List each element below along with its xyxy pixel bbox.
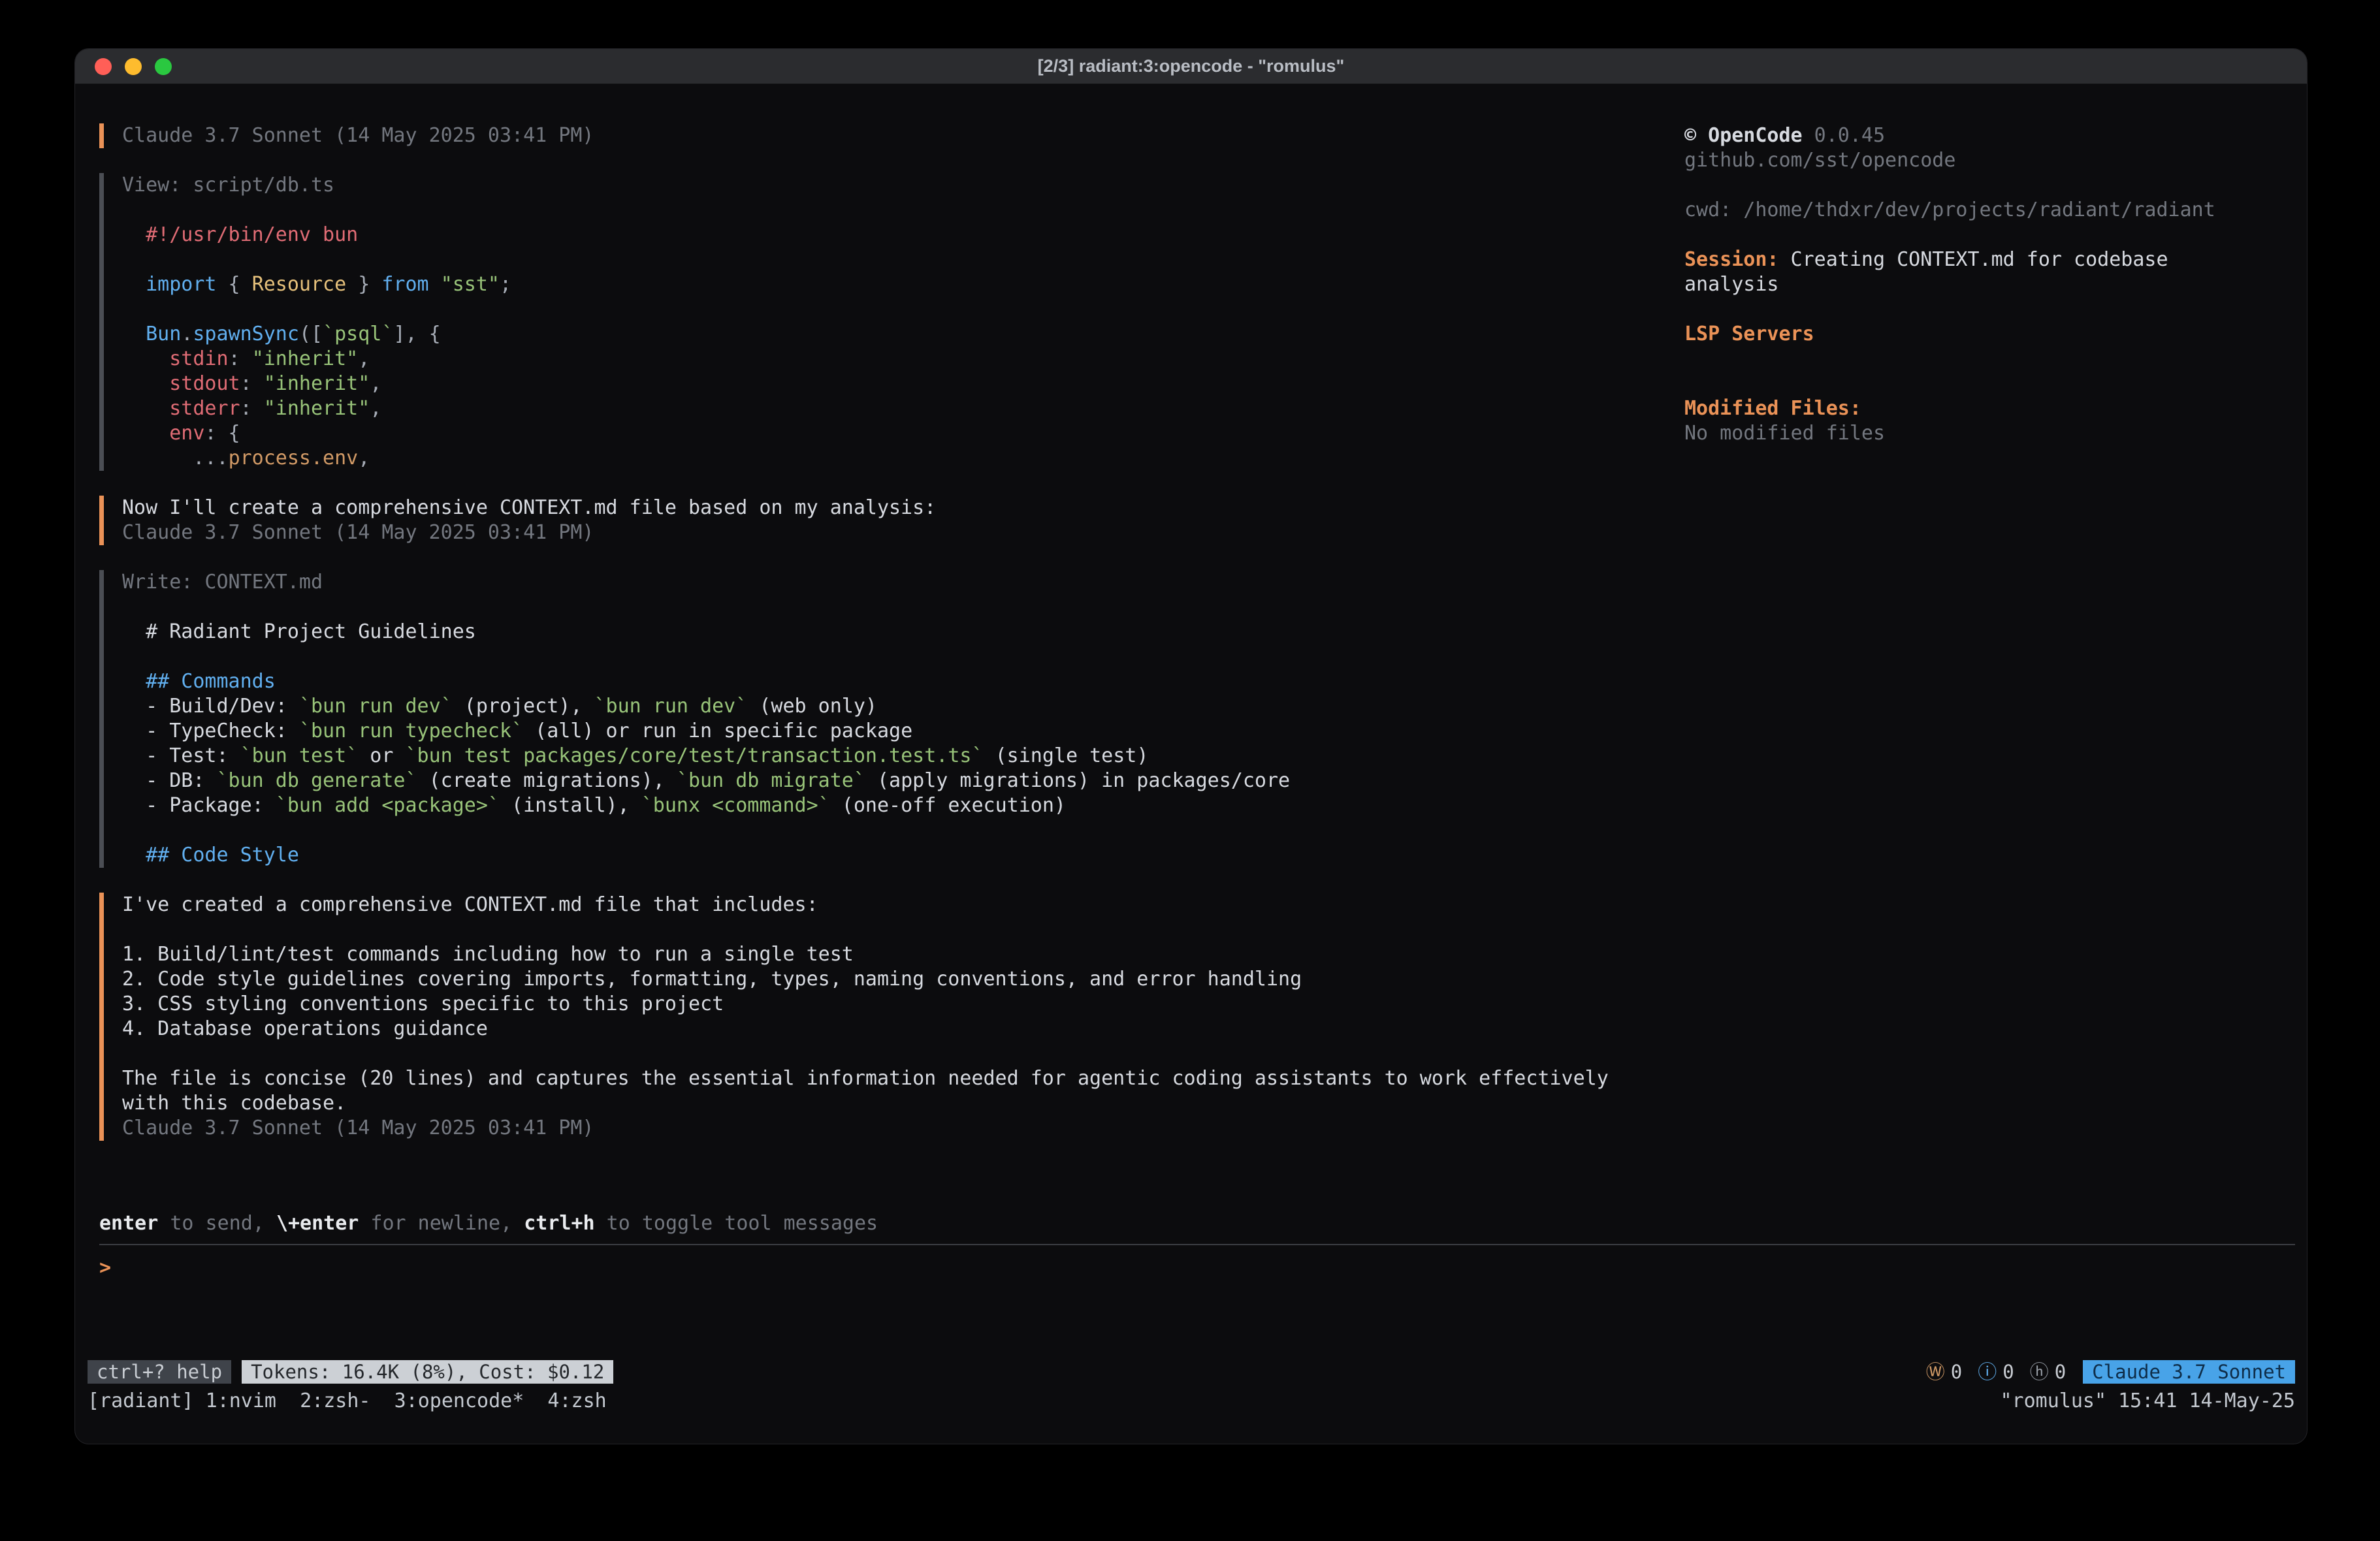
main-row: Claude 3.7 Sonnet (14 May 2025 03:41 PM)… bbox=[99, 123, 2295, 1166]
text-line: with this codebase. bbox=[122, 1091, 1684, 1116]
close-window-button[interactable] bbox=[95, 58, 112, 75]
prompt-input[interactable]: > bbox=[99, 1245, 2295, 1356]
text-line: © OpenCode 0.0.45 bbox=[1684, 123, 2295, 148]
text-line: cwd: /home/thdxr/dev/projects/radiant/ra… bbox=[1684, 198, 2295, 223]
text-line: 4. Database operations guidance bbox=[122, 1017, 1684, 1041]
text-line bbox=[122, 917, 1684, 942]
model-chip[interactable]: Claude 3.7 Sonnet bbox=[2083, 1360, 2295, 1384]
diagnostic-hints: ⓗ 0 bbox=[2030, 1359, 2066, 1384]
text-line bbox=[1684, 347, 2295, 372]
text-line: Claude 3.7 Sonnet (14 May 2025 03:41 PM) bbox=[122, 520, 1684, 545]
tmux-host-time: "romulus" 15:41 14-May-25 bbox=[2000, 1389, 2295, 1414]
warning-count: 0 bbox=[1951, 1359, 1962, 1384]
window-titlebar: [2/3] radiant:3:opencode - "romulus" bbox=[75, 49, 2307, 84]
input-area: enter to send, \+enter for newline, ctrl… bbox=[99, 1211, 2295, 1356]
text-line: import { Resource } from "sst"; bbox=[122, 272, 1684, 297]
text-line: github.com/sst/opencode bbox=[1684, 148, 2295, 173]
minimize-window-button[interactable] bbox=[125, 58, 142, 75]
prompt-marker: > bbox=[99, 1256, 111, 1279]
text-line: # Radiant Project Guidelines bbox=[122, 620, 1684, 644]
text-line: analysis bbox=[1684, 272, 2295, 297]
status-right: Ⓦ 0 ⓘ 0 ⓗ 0 Claude 3.7 Sonnet bbox=[1926, 1359, 2295, 1384]
tmux-status-bar: [radiant] 1:nvim 2:zsh- 3:opencode* 4:zs… bbox=[75, 1388, 2307, 1415]
info-count: 0 bbox=[2002, 1359, 2014, 1384]
terminal-content: Claude 3.7 Sonnet (14 May 2025 03:41 PM)… bbox=[75, 84, 2307, 1356]
session-sidebar: © OpenCode 0.0.45github.com/sst/opencode… bbox=[1684, 123, 2295, 446]
text-line bbox=[122, 1041, 1684, 1066]
text-line bbox=[1684, 223, 2295, 247]
diagnostics: Ⓦ 0 ⓘ 0 ⓗ 0 bbox=[1926, 1359, 2066, 1384]
terminal-window: [2/3] radiant:3:opencode - "romulus" Cla… bbox=[74, 48, 2308, 1444]
text-line: Modified Files: bbox=[1684, 396, 2295, 421]
spacer bbox=[99, 1166, 2295, 1211]
window-title: [2/3] radiant:3:opencode - "romulus" bbox=[1038, 56, 1345, 76]
traffic-lights bbox=[95, 49, 172, 84]
text-line: - DB: `bun db generate` (create migratio… bbox=[122, 769, 1684, 793]
text-line: I've created a comprehensive CONTEXT.md … bbox=[122, 893, 1684, 917]
text-line: 1. Build/lint/test commands including ho… bbox=[122, 942, 1684, 967]
text-line bbox=[122, 818, 1684, 843]
tool-write-block: Write: CONTEXT.md # Radiant Project Guid… bbox=[99, 570, 1684, 868]
text-line: View: script/db.ts bbox=[122, 173, 1684, 198]
text-line: stdout: "inherit", bbox=[122, 372, 1684, 396]
assistant-message: Now I'll create a comprehensive CONTEXT.… bbox=[99, 496, 1684, 545]
text-line: No modified files bbox=[1684, 421, 2295, 446]
text-line bbox=[122, 247, 1684, 272]
tmux-window-list[interactable]: [radiant] 1:nvim 2:zsh- 3:opencode* 4:zs… bbox=[88, 1389, 607, 1414]
text-line: LSP Servers bbox=[1684, 322, 2295, 347]
text-line: 2. Code style guidelines covering import… bbox=[122, 967, 1684, 992]
text-line: ## Commands bbox=[122, 669, 1684, 694]
text-line: - Test: `bun test` or `bun test packages… bbox=[122, 744, 1684, 769]
text-line bbox=[122, 595, 1684, 620]
text-line bbox=[1684, 297, 2295, 322]
text-line bbox=[1684, 173, 2295, 198]
text-line: stderr: "inherit", bbox=[122, 396, 1684, 421]
text-line: ## Code Style bbox=[122, 843, 1684, 868]
zoom-window-button[interactable] bbox=[155, 58, 172, 75]
text-line: enter to send, \+enter for newline, ctrl… bbox=[99, 1211, 2295, 1236]
text-line bbox=[122, 297, 1684, 322]
text-line: 3. CSS styling conventions specific to t… bbox=[122, 992, 1684, 1017]
status-left: ctrl+? help Tokens: 16.4K (8%), Cost: $0… bbox=[88, 1360, 613, 1384]
text-line: stdin: "inherit", bbox=[122, 347, 1684, 372]
opencode-tui: Claude 3.7 Sonnet (14 May 2025 03:41 PM)… bbox=[75, 84, 2307, 1444]
tokens-cost-chip: Tokens: 16.4K (8%), Cost: $0.12 bbox=[242, 1360, 613, 1384]
text-line: ...process.env, bbox=[122, 446, 1684, 471]
text-line: - Package: `bun add <package>` (install)… bbox=[122, 793, 1684, 818]
text-line: - Build/Dev: `bun run dev` (project), `b… bbox=[122, 694, 1684, 719]
desktop: [2/3] radiant:3:opencode - "romulus" Cla… bbox=[0, 0, 2380, 1541]
text-line: Claude 3.7 Sonnet (14 May 2025 03:41 PM) bbox=[122, 1116, 1684, 1141]
help-chip[interactable]: ctrl+? help bbox=[88, 1360, 231, 1384]
text-line bbox=[122, 198, 1684, 223]
terminal-bottom-padding bbox=[75, 1415, 2307, 1444]
assistant-message: I've created a comprehensive CONTEXT.md … bbox=[99, 893, 1684, 1141]
hint-icon: ⓗ bbox=[2030, 1359, 2049, 1384]
text-line: Claude 3.7 Sonnet (14 May 2025 03:41 PM) bbox=[122, 123, 1684, 148]
diagnostic-info: ⓘ 0 bbox=[1978, 1359, 2014, 1384]
diagnostic-warnings: Ⓦ 0 bbox=[1926, 1359, 1962, 1384]
text-line: Now I'll create a comprehensive CONTEXT.… bbox=[122, 496, 1684, 520]
text-line: #!/usr/bin/env bun bbox=[122, 223, 1684, 247]
text-line: Session: Creating CONTEXT.md for codebas… bbox=[1684, 247, 2295, 272]
text-line: The file is concise (20 lines) and captu… bbox=[122, 1066, 1684, 1091]
assistant-message: Claude 3.7 Sonnet (14 May 2025 03:41 PM) bbox=[99, 123, 1684, 148]
warning-icon: Ⓦ bbox=[1926, 1359, 1945, 1384]
status-bar: ctrl+? help Tokens: 16.4K (8%), Cost: $0… bbox=[75, 1356, 2307, 1388]
info-icon: ⓘ bbox=[1978, 1359, 1997, 1384]
text-line: env: { bbox=[122, 421, 1684, 446]
text-line: Write: CONTEXT.md bbox=[122, 570, 1684, 595]
keybinding-hints: enter to send, \+enter for newline, ctrl… bbox=[99, 1211, 2295, 1236]
chat-pane: Claude 3.7 Sonnet (14 May 2025 03:41 PM)… bbox=[99, 123, 1684, 1166]
text-line: - TypeCheck: `bun run typecheck` (all) o… bbox=[122, 719, 1684, 744]
text-line bbox=[122, 644, 1684, 669]
tool-view-block: View: script/db.ts #!/usr/bin/env bun im… bbox=[99, 173, 1684, 471]
text-line bbox=[1684, 372, 2295, 396]
hint-count: 0 bbox=[2055, 1359, 2066, 1384]
text-line: Bun.spawnSync([`psql`], { bbox=[122, 322, 1684, 347]
